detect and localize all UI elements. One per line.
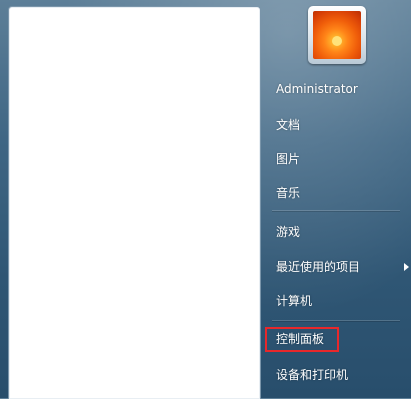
menu-item-games[interactable]: 游戏: [276, 220, 300, 244]
control-panel-highlight-box: [265, 327, 339, 352]
menu-item-pictures[interactable]: 图片: [276, 147, 300, 171]
devices-printers-label: 设备和打印机: [276, 368, 349, 382]
pictures-label: 图片: [276, 152, 301, 166]
menu-item-recent-items[interactable]: 最近使用的项目: [276, 255, 411, 279]
menu-item-music[interactable]: 音乐: [276, 181, 300, 205]
computer-label: 计算机: [276, 294, 313, 308]
user-name-label: Administrator: [276, 82, 358, 96]
submenu-arrow-icon: [404, 263, 409, 271]
menu-item-administrator[interactable]: Administrator: [276, 77, 358, 101]
recent-items-label: 最近使用的项目: [276, 260, 361, 274]
menu-item-devices-printers[interactable]: 设备和打印机: [276, 363, 348, 387]
start-menu: Administrator 文档 图片 音乐 游戏 最近使用的项目 计算机 控制…: [0, 0, 411, 399]
programs-pane[interactable]: [8, 6, 261, 399]
documents-label: 文档: [276, 118, 301, 132]
menu-item-computer[interactable]: 计算机: [276, 289, 312, 313]
menu-item-documents[interactable]: 文档: [276, 113, 300, 137]
music-label: 音乐: [276, 186, 301, 200]
games-label: 游戏: [276, 225, 301, 239]
separator: [272, 320, 400, 321]
separator: [272, 210, 400, 211]
